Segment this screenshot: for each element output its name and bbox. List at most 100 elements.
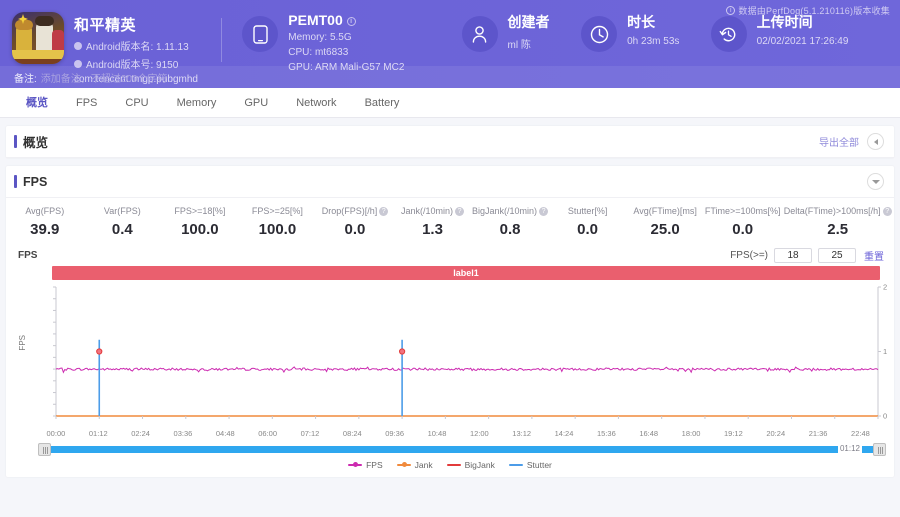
stat-delta-ftime: Delta(FTime)>100ms[/h]? 2.5	[781, 206, 893, 238]
tab-battery[interactable]: Battery	[351, 88, 414, 118]
title-accent-bar	[14, 175, 17, 188]
svg-text:2: 2	[883, 283, 887, 292]
x-tick-label: 03:36	[174, 429, 193, 438]
x-tick-label: 19:12	[724, 429, 743, 438]
x-tick-label: 00:00	[47, 429, 66, 438]
stat-value: 25.0	[626, 221, 704, 238]
label-band[interactable]: label1	[52, 266, 880, 280]
creator-title: 创建者	[508, 12, 550, 32]
stat-label: Drop(FPS)[/h]	[322, 206, 378, 216]
tab-overview[interactable]: 概览	[12, 88, 62, 118]
stat-ftime-ge-100ms: FTime>=100ms[%] 0.0	[704, 206, 782, 238]
chevron-down-icon[interactable]	[867, 173, 884, 190]
stat-bigjank: BigJank(/10min)? 0.8	[471, 206, 549, 238]
title-accent-bar	[14, 135, 17, 148]
stat-fps-ge-18: FPS>=18[%] 100.0	[161, 206, 239, 238]
x-tick-label: 08:24	[343, 429, 362, 438]
svg-text:1: 1	[883, 347, 887, 356]
fps-max-input[interactable]: 25	[818, 248, 856, 263]
creator-name: ml 陈	[508, 36, 550, 51]
user-icon	[462, 16, 498, 52]
y-axis-label: FPS	[18, 335, 27, 351]
help-icon[interactable]: ?	[883, 207, 892, 216]
help-icon[interactable]: ?	[379, 207, 388, 216]
x-tick-label: 01:12	[89, 429, 108, 438]
stat-value: 0.0	[704, 221, 782, 238]
legend-item-bigjank[interactable]: BigJank	[447, 460, 495, 470]
overview-title: 概览	[23, 132, 48, 151]
tab-cpu[interactable]: CPU	[111, 88, 162, 118]
x-tick-label: 07:12	[301, 429, 320, 438]
fps-filter-label: FPS(>=)	[730, 250, 768, 261]
fps-threshold-controls: FPS(>=) 18 25 重置	[730, 248, 886, 263]
legend-label: FPS	[366, 460, 383, 470]
stat-value: 100.0	[239, 221, 317, 238]
stat-avg-fps: Avg(FPS) 39.9	[6, 206, 84, 238]
perfdog-report-page: i 数据由PerfDog(5.1.210116)版本收集 和平精英 Androi…	[0, 0, 900, 517]
device-model: PEMT00 i	[288, 12, 404, 28]
duration-value: 0h 23m 53s	[627, 36, 679, 47]
upload-time-block: 上传时间 02/02/2021 17:26:49	[711, 12, 900, 52]
fps-title: FPS	[23, 175, 47, 189]
scroll-handle-left[interactable]	[38, 443, 51, 456]
fps-stats-row: Avg(FPS) 39.9 Var(FPS) 0.4 FPS>=18[%] 10…	[6, 198, 894, 244]
note-bar[interactable]: 备注: 添加备注，不超过200个字符	[0, 66, 900, 88]
stat-value: 1.3	[394, 221, 472, 238]
overview-panel: 概览 导出全部	[6, 126, 894, 158]
report-header: i 数据由PerfDog(5.1.210116)版本收集 和平精英 Androi…	[0, 0, 900, 88]
legend-swatch	[348, 464, 362, 466]
collect-version-note: i 数据由PerfDog(5.1.210116)版本收集	[726, 4, 890, 17]
stat-jank: Jank(/10min)? 1.3	[394, 206, 472, 238]
tab-memory[interactable]: Memory	[163, 88, 231, 118]
help-icon[interactable]: ?	[455, 207, 464, 216]
chevron-left-icon[interactable]	[867, 133, 884, 150]
reset-button[interactable]: 重置	[862, 248, 886, 263]
note-input[interactable]: 添加备注，不超过200个字符	[41, 70, 168, 85]
stat-value: 0.0	[549, 221, 627, 238]
help-icon[interactable]: ?	[539, 207, 548, 216]
fps-plot-area[interactable]: FPS Jank 0102030405060708090100110012	[52, 283, 880, 428]
legend-label: Stutter	[527, 460, 552, 470]
x-tick-label: 18:00	[682, 429, 701, 438]
clock-icon	[581, 16, 617, 52]
stat-value: 0.0	[316, 221, 394, 238]
overview-panel-header: 概览 导出全部	[6, 126, 894, 158]
stat-label: BigJank(/10min)	[472, 206, 537, 216]
x-tick-label: 20:24	[766, 429, 785, 438]
stat-value: 0.8	[471, 221, 549, 238]
tab-fps[interactable]: FPS	[62, 88, 111, 118]
stat-label: FTime>=100ms[%]	[705, 206, 781, 216]
stat-value: 0.4	[84, 221, 162, 238]
fps-plot-svg: 0102030405060708090100110012	[52, 283, 898, 428]
x-tick-label: 02:24	[131, 429, 150, 438]
fps-chart-toolbar: FPS FPS(>=) 18 25 重置	[12, 244, 888, 266]
scroll-handle-right[interactable]	[873, 443, 886, 456]
legend-item-stutter[interactable]: Stutter	[509, 460, 552, 470]
scroll-track[interactable]: 01:12	[44, 446, 880, 453]
fps-chart: FPS FPS(>=) 18 25 重置 label1 FPS Jank 010…	[6, 244, 894, 477]
legend-item-fps[interactable]: FPS	[348, 460, 383, 470]
creator-block: 创建者 ml 陈	[462, 12, 582, 52]
x-axis-ticks: 00:0001:1202:2403:3604:4806:0007:1208:24…	[52, 428, 880, 440]
fps-min-input[interactable]: 18	[774, 248, 812, 263]
x-tick-label: 10:48	[428, 429, 447, 438]
chart-legend: FPS Jank BigJank Stutter	[12, 456, 888, 473]
info-icon: i	[726, 6, 735, 15]
legend-item-jank[interactable]: Jank	[397, 460, 433, 470]
x-tick-label: 14:24	[555, 429, 574, 438]
tab-gpu[interactable]: GPU	[230, 88, 282, 118]
stat-label: FPS>=25[%]	[252, 206, 303, 216]
app-version-name: Android版本名: 1.11.13	[86, 38, 189, 53]
stat-avg-ftime: Avg(FTime)[ms] 25.0	[626, 206, 704, 238]
info-icon[interactable]: i	[347, 17, 356, 26]
legend-label: BigJank	[465, 460, 495, 470]
main-tabs: 概览 FPS CPU Memory GPU Network Battery	[0, 88, 900, 118]
chart-range-scrollbar[interactable]: 01:12	[44, 442, 880, 456]
scroll-tooltip: 01:12	[838, 444, 862, 453]
export-all-link[interactable]: 导出全部	[819, 134, 859, 149]
stat-value: 100.0	[161, 221, 239, 238]
x-tick-label: 12:00	[470, 429, 489, 438]
stat-fps-ge-25: FPS>=25[%] 100.0	[239, 206, 317, 238]
upload-time-value: 02/02/2021 17:26:49	[757, 36, 849, 47]
tab-network[interactable]: Network	[282, 88, 350, 118]
